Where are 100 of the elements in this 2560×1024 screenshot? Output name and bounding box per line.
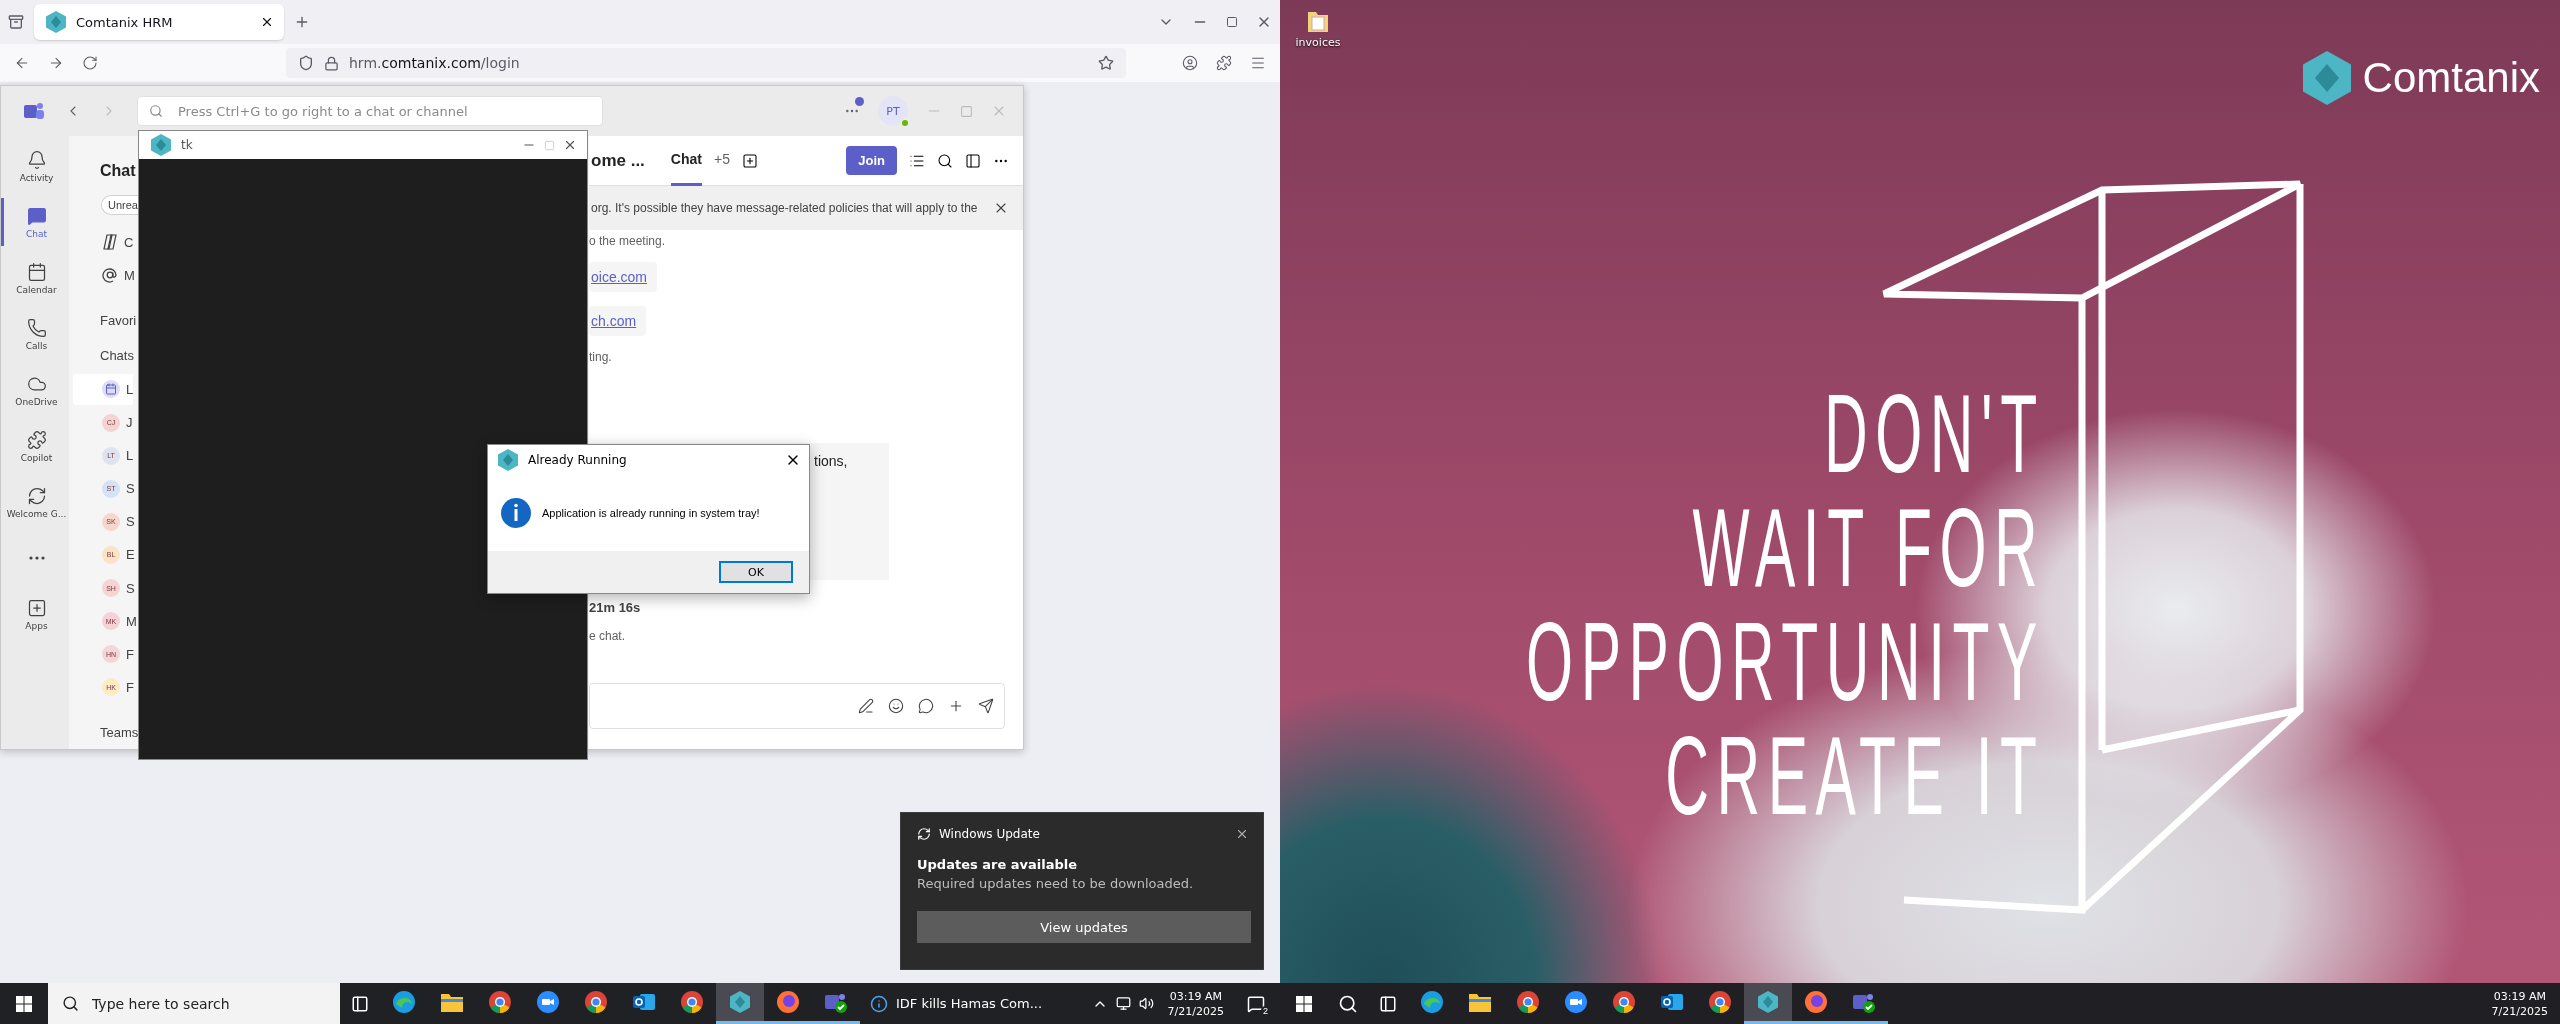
logo-text: Comtanix	[2362, 54, 2540, 102]
hexagon-logo-icon	[149, 133, 173, 157]
dialog-message: Application is already running in system tray!	[542, 507, 760, 519]
chat-list-item[interactable]: C	[69, 226, 134, 258]
camera-logo-icon	[1564, 990, 1588, 1014]
filter-chip[interactable]: Unrea	[101, 194, 138, 215]
tab-list-icon[interactable]	[8, 14, 24, 30]
address-bar[interactable]: hrm.comtanix.com/login	[286, 48, 1126, 78]
email-link[interactable]: oice.com	[591, 269, 648, 285]
wave-logo-icon	[392, 990, 416, 1014]
pen-icon[interactable]	[858, 698, 874, 714]
taskbar-clock[interactable]: 03:19 AM 7/21/2025	[1161, 988, 1230, 1019]
count-badge: 2	[1261, 1006, 1270, 1016]
chat-list-item[interactable]: M	[69, 259, 135, 291]
hexagon-logo-icon	[728, 990, 752, 1014]
close-icon[interactable]	[260, 15, 274, 29]
restore-icon[interactable]	[1226, 16, 1238, 28]
folder-icon	[440, 991, 464, 1013]
shield-icon	[298, 55, 314, 71]
message-note: ting.	[589, 350, 613, 364]
account-icon[interactable]	[1182, 55, 1198, 71]
slogan-line: WAIT FOR	[1692, 494, 2045, 602]
back-icon[interactable]	[14, 55, 30, 71]
chat-list-item[interactable]: L	[73, 373, 134, 405]
browser-tab[interactable]: Comtanix HRM	[34, 4, 284, 40]
menu-icon[interactable]	[1250, 55, 1266, 71]
smile-icon[interactable]	[888, 698, 904, 714]
volume-icon[interactable]	[1138, 996, 1154, 1011]
ring-logo-icon	[584, 990, 608, 1014]
toast-title: Updates are available	[917, 857, 1079, 872]
nav-rail-item[interactable]: Activity	[1, 142, 69, 190]
star-icon[interactable]	[1098, 55, 1114, 71]
nav-rail-item[interactable]: OneDrive	[1, 366, 69, 414]
send-icon[interactable]	[978, 698, 994, 714]
action-center-button[interactable]: 2	[1238, 983, 1274, 1024]
speech-bubble-icon[interactable]	[918, 698, 934, 714]
chat-icon	[26, 205, 47, 226]
taskbar-search-field[interactable]: Type here to search	[48, 983, 340, 1024]
message-note: 21m 16s	[589, 600, 642, 615]
window-title: tk	[181, 138, 194, 152]
user-avatar[interactable]: PT	[878, 96, 908, 126]
nav-rail-item[interactable]: Calendar	[1, 254, 69, 302]
close-icon[interactable]	[563, 138, 577, 152]
ring-logo-icon	[680, 990, 704, 1014]
email-link[interactable]: ch.com	[591, 313, 637, 329]
news-widget[interactable]: IDF kills Hamas Com...	[860, 983, 1053, 1024]
search-icon[interactable]	[937, 152, 953, 169]
section-heading: Chats	[100, 346, 134, 365]
phone-icon	[26, 317, 47, 338]
panel-title: Chat	[100, 161, 136, 182]
task-view-icon	[1379, 994, 1397, 1013]
dialog-title: Already Running	[528, 453, 628, 467]
panel-icon[interactable]	[965, 152, 981, 169]
nav-rail-item[interactable]: Copilot	[1, 422, 69, 470]
message-note: e chat.	[589, 629, 627, 643]
taskbar-clock[interactable]: 03:19 AM 7/21/2025	[2485, 988, 2554, 1019]
new-tab-icon[interactable]	[294, 14, 310, 30]
nav-rail-item[interactable]: Apps	[1, 590, 69, 638]
plus-square-icon	[26, 597, 47, 618]
network-icon[interactable]	[1115, 996, 1131, 1011]
meeting-avatar	[102, 380, 120, 399]
speech-bubble-icon	[1247, 994, 1265, 1013]
card-text: tions,	[814, 453, 848, 469]
url-text: hrm.comtanix.com/login	[349, 55, 521, 71]
hexagon-logo-icon	[1756, 990, 1780, 1014]
info-icon	[500, 497, 532, 529]
view-updates-button[interactable]: View updates	[917, 911, 1251, 943]
reload-icon[interactable]	[82, 55, 98, 71]
chat-tab[interactable]: +5	[714, 136, 730, 186]
section-heading: Teams	[100, 723, 139, 742]
circle-arrows-icon	[26, 485, 47, 506]
update-icon	[917, 827, 931, 841]
nav-rail-item[interactable]: Welcome G...	[1, 478, 69, 526]
ring-logo-icon	[1612, 990, 1636, 1014]
search-field[interactable]: Press Ctrl+G to go right to a chat or channel	[137, 96, 603, 126]
folder-icon	[1468, 991, 1492, 1013]
add-tab-icon[interactable]	[741, 152, 758, 169]
task-view-icon	[351, 994, 369, 1013]
calendar-icon	[26, 261, 47, 282]
puzzle-icon[interactable]	[1216, 55, 1232, 71]
fox-logo-icon	[776, 990, 800, 1014]
at-sign-icon	[102, 267, 118, 284]
desktop-icon-label[interactable]: invoices	[1295, 36, 1341, 49]
wave-logo-icon	[1420, 990, 1444, 1014]
toast-app-name: Windows Update	[939, 827, 1041, 841]
ring-logo-icon	[1708, 990, 1732, 1014]
section-heading: Favori	[100, 311, 137, 330]
forward-icon[interactable]	[48, 55, 64, 71]
chat-title: ome ...	[591, 150, 645, 171]
message-note: o the meeting.	[589, 234, 667, 248]
nav-rail-item[interactable]: Calls	[1, 310, 69, 358]
overlapping-shapes-icon	[102, 234, 118, 251]
hexagon-logo-icon	[496, 448, 520, 472]
ok-button[interactable]: OK	[719, 561, 793, 583]
ring-logo-icon	[1516, 990, 1540, 1014]
close-icon[interactable]	[1235, 827, 1249, 841]
join-button[interactable]: Join	[846, 146, 897, 175]
banner-text: org. It's possible they have message-related policies that will apply to the	[591, 201, 979, 215]
plus-icon[interactable]	[948, 698, 964, 714]
slogan-line: DON'T	[1824, 380, 2045, 488]
